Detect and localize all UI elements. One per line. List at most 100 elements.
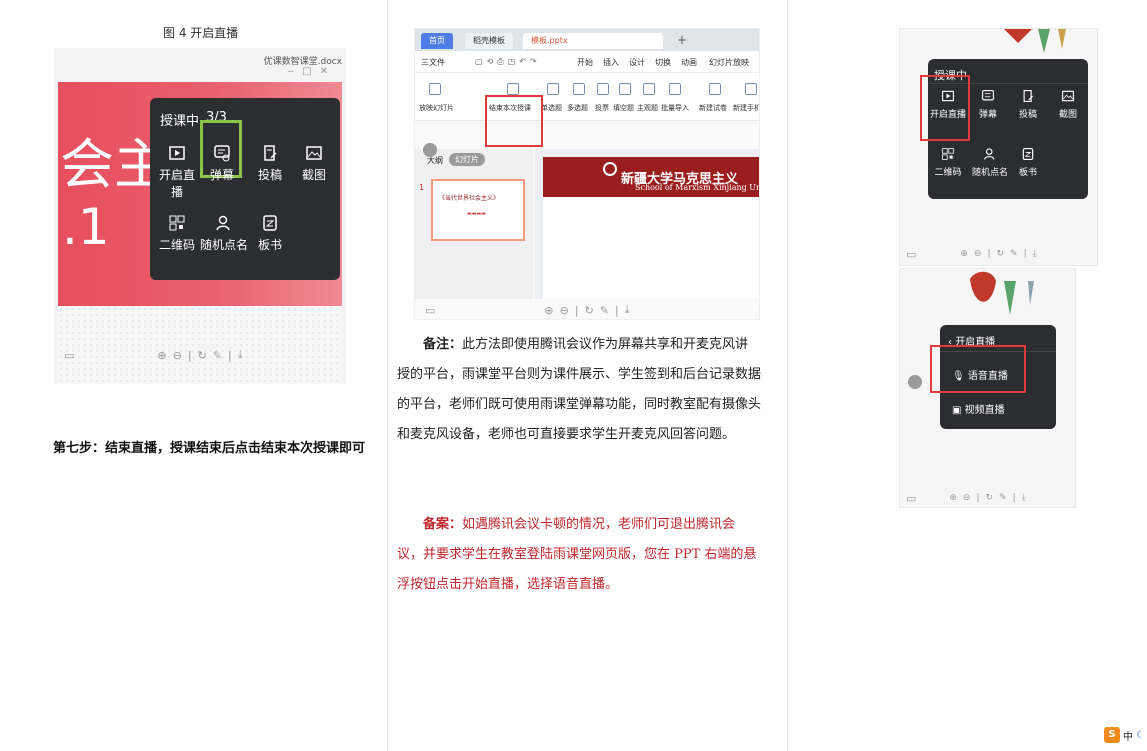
ime-mode: 中 <box>1123 731 1133 743</box>
menu-animation[interactable]: 动画 <box>681 57 697 68</box>
quick-access-icons[interactable]: ▢⟲⎙◳↶↷ <box>475 57 541 67</box>
monitor-icon: ▭ <box>906 247 917 261</box>
blackboard-button[interactable]: 板书 <box>248 214 292 253</box>
screenshot-live-mode: ‹ 开启直播 🎙 语音直播 ▣ 视频直播 ▭ ⊕ ⊖ | ↻ ✎ | ⤓ <box>899 268 1076 508</box>
rotate-icon[interactable]: ↻ <box>986 493 994 503</box>
tab-bar: 首页 稻壳模板 模板.pptx + <box>415 29 759 51</box>
download-icon[interactable]: ⤓ <box>1022 493 1026 503</box>
highlight-end-class <box>485 95 543 147</box>
figure-caption: 图 4 开启直播 <box>163 26 239 40</box>
note-paragraph: 备注：此方法即使用腾讯会议作为屏幕共享和开麦克风讲授的平台，雨课堂平台则为课件展… <box>397 337 762 442</box>
image-icon <box>306 146 322 160</box>
pen-icon[interactable]: ✎ <box>600 304 609 317</box>
pen-icon[interactable]: ✎ <box>999 493 1007 503</box>
download-icon[interactable]: ⤓ <box>1033 249 1037 259</box>
rotate-icon[interactable]: ↻ <box>997 249 1005 259</box>
pane-tab-slides[interactable]: 幻灯片 <box>449 153 485 166</box>
batch-import-icon <box>669 83 681 95</box>
menu-file[interactable]: 三文件 <box>421 57 445 68</box>
monitor-icon: ▭ <box>425 303 436 317</box>
ribbon-subjective[interactable]: 主观题 <box>637 103 658 113</box>
player-toolbar: ▭ ⊕ ⊖ | ↻ ✎ | ⤓ <box>64 348 243 362</box>
play-screen-icon <box>169 146 185 160</box>
random-rollcall-button[interactable]: 随机点名 <box>968 147 1012 178</box>
zoom-in-icon[interactable]: ⊕ <box>157 349 166 362</box>
vote-icon <box>597 83 609 95</box>
menu-slideshow[interactable]: 幻灯片放映 <box>709 57 749 68</box>
zoom-out-icon[interactable]: ⊖ <box>963 493 971 503</box>
user-icon <box>983 148 995 160</box>
start-live-button[interactable]: 开启直播 <box>154 144 200 200</box>
submit-button[interactable]: 投稿 <box>1008 89 1048 120</box>
menu-design[interactable]: 设计 <box>629 57 645 68</box>
edit-doc-icon <box>1023 89 1034 103</box>
column-divider-1 <box>387 0 388 751</box>
submit-button[interactable]: 投稿 <box>248 144 292 183</box>
panel-title: 授课中 <box>160 114 200 129</box>
danmaku-icon <box>214 145 230 162</box>
danmaku-button[interactable]: 弹幕 <box>968 89 1008 120</box>
new-exam-icon <box>709 83 721 95</box>
zoom-out-icon[interactable]: ⊖ <box>173 349 182 362</box>
decoration-image <box>970 271 1034 315</box>
image-icon <box>1061 90 1075 102</box>
school-seal-icon <box>603 162 617 176</box>
board-icon <box>1022 147 1034 161</box>
tab-pptx[interactable]: 模板.pptx <box>523 33 663 49</box>
slideshow-icon <box>429 83 441 95</box>
menu-insert[interactable]: 插入 <box>603 57 619 68</box>
collapse-pane-icon[interactable] <box>423 143 437 157</box>
ribbon-fill-blank[interactable]: 填空题 <box>613 103 634 113</box>
danmaku-button[interactable]: 弹幕 <box>200 144 244 183</box>
download-icon[interactable]: ⤓ <box>238 348 243 362</box>
tab-home[interactable]: 首页 <box>421 33 453 49</box>
pen-icon[interactable]: ✎ <box>1010 249 1018 259</box>
zoom-in-icon[interactable]: ⊕ <box>544 304 553 317</box>
sogou-logo-icon: S <box>1104 727 1120 743</box>
subjective-icon <box>643 83 655 95</box>
menu-transition[interactable]: 切换 <box>655 57 671 68</box>
fill-blank-icon <box>619 83 631 95</box>
screenshot-button[interactable]: 截图 <box>1048 89 1088 120</box>
edit-doc-icon <box>264 145 277 161</box>
slide-thumbnail[interactable]: 《当代世界社会主义》 ▬▬▬▬ <box>431 179 525 241</box>
ribbon-vote[interactable]: 投票 <box>595 103 609 113</box>
new-tab-icon[interactable]: + <box>669 33 695 49</box>
rotate-icon[interactable]: ↻ <box>198 349 207 362</box>
ribbon-single-choice[interactable]: 单选题 <box>541 103 562 113</box>
qrcode-icon <box>169 215 185 231</box>
slide-canvas: 新疆大学马克思主义 School of Marxism Xinjiang Uni… <box>543 157 759 299</box>
slide-number-text: .1 <box>62 198 110 256</box>
random-rollcall-button[interactable]: 随机点名 <box>200 214 248 253</box>
window-controls: ‒□✕ <box>287 66 336 77</box>
zoom-in-icon[interactable]: ⊕ <box>949 493 957 503</box>
collapse-icon[interactable] <box>908 375 922 389</box>
board-icon <box>263 215 277 231</box>
decoration-image <box>1004 29 1066 53</box>
ribbon-slideshow[interactable]: 放映幻灯片 <box>419 103 454 113</box>
download-icon[interactable]: ⤓ <box>625 303 630 317</box>
menu-bar: 三文件 ▢⟲⎙◳↶↷ 开始 插入 设计 切换 动画 幻灯片放映 <box>415 51 759 73</box>
blackboard-button[interactable]: 板书 <box>1008 147 1048 178</box>
user-icon <box>216 215 230 231</box>
ime-indicator[interactable]: S 中 ☾ <box>1104 727 1145 743</box>
screenshot-button[interactable]: 截图 <box>292 144 336 183</box>
qrcode-button[interactable]: 二维码 <box>928 147 968 178</box>
ribbon-new-exam[interactable]: 新建试卷 <box>699 103 727 113</box>
zoom-in-icon[interactable]: ⊕ <box>960 249 968 259</box>
tab-templates[interactable]: 稻壳模板 <box>465 33 513 49</box>
qrcode-button[interactable]: 二维码 <box>154 214 200 253</box>
pen-icon[interactable]: ✎ <box>213 349 222 362</box>
danmaku-icon <box>981 89 995 101</box>
ribbon-new-phone[interactable]: 新建手机 <box>733 103 759 113</box>
ribbon-batch-import[interactable]: 批量导入 <box>661 103 689 113</box>
player-toolbar: ▭ ⊕ ⊖ | ↻ ✎ | ⤓ <box>425 303 630 317</box>
menu-home[interactable]: 开始 <box>577 57 593 68</box>
rotate-icon[interactable]: ↻ <box>585 304 594 317</box>
zoom-out-icon[interactable]: ⊖ <box>560 304 569 317</box>
zoom-out-icon[interactable]: ⊖ <box>974 249 982 259</box>
multi-choice-icon <box>573 83 585 95</box>
end-class-icon <box>507 83 519 95</box>
video-live-button[interactable]: ▣ 视频直播 <box>952 401 1005 416</box>
ribbon-multi-choice[interactable]: 多选题 <box>567 103 588 113</box>
